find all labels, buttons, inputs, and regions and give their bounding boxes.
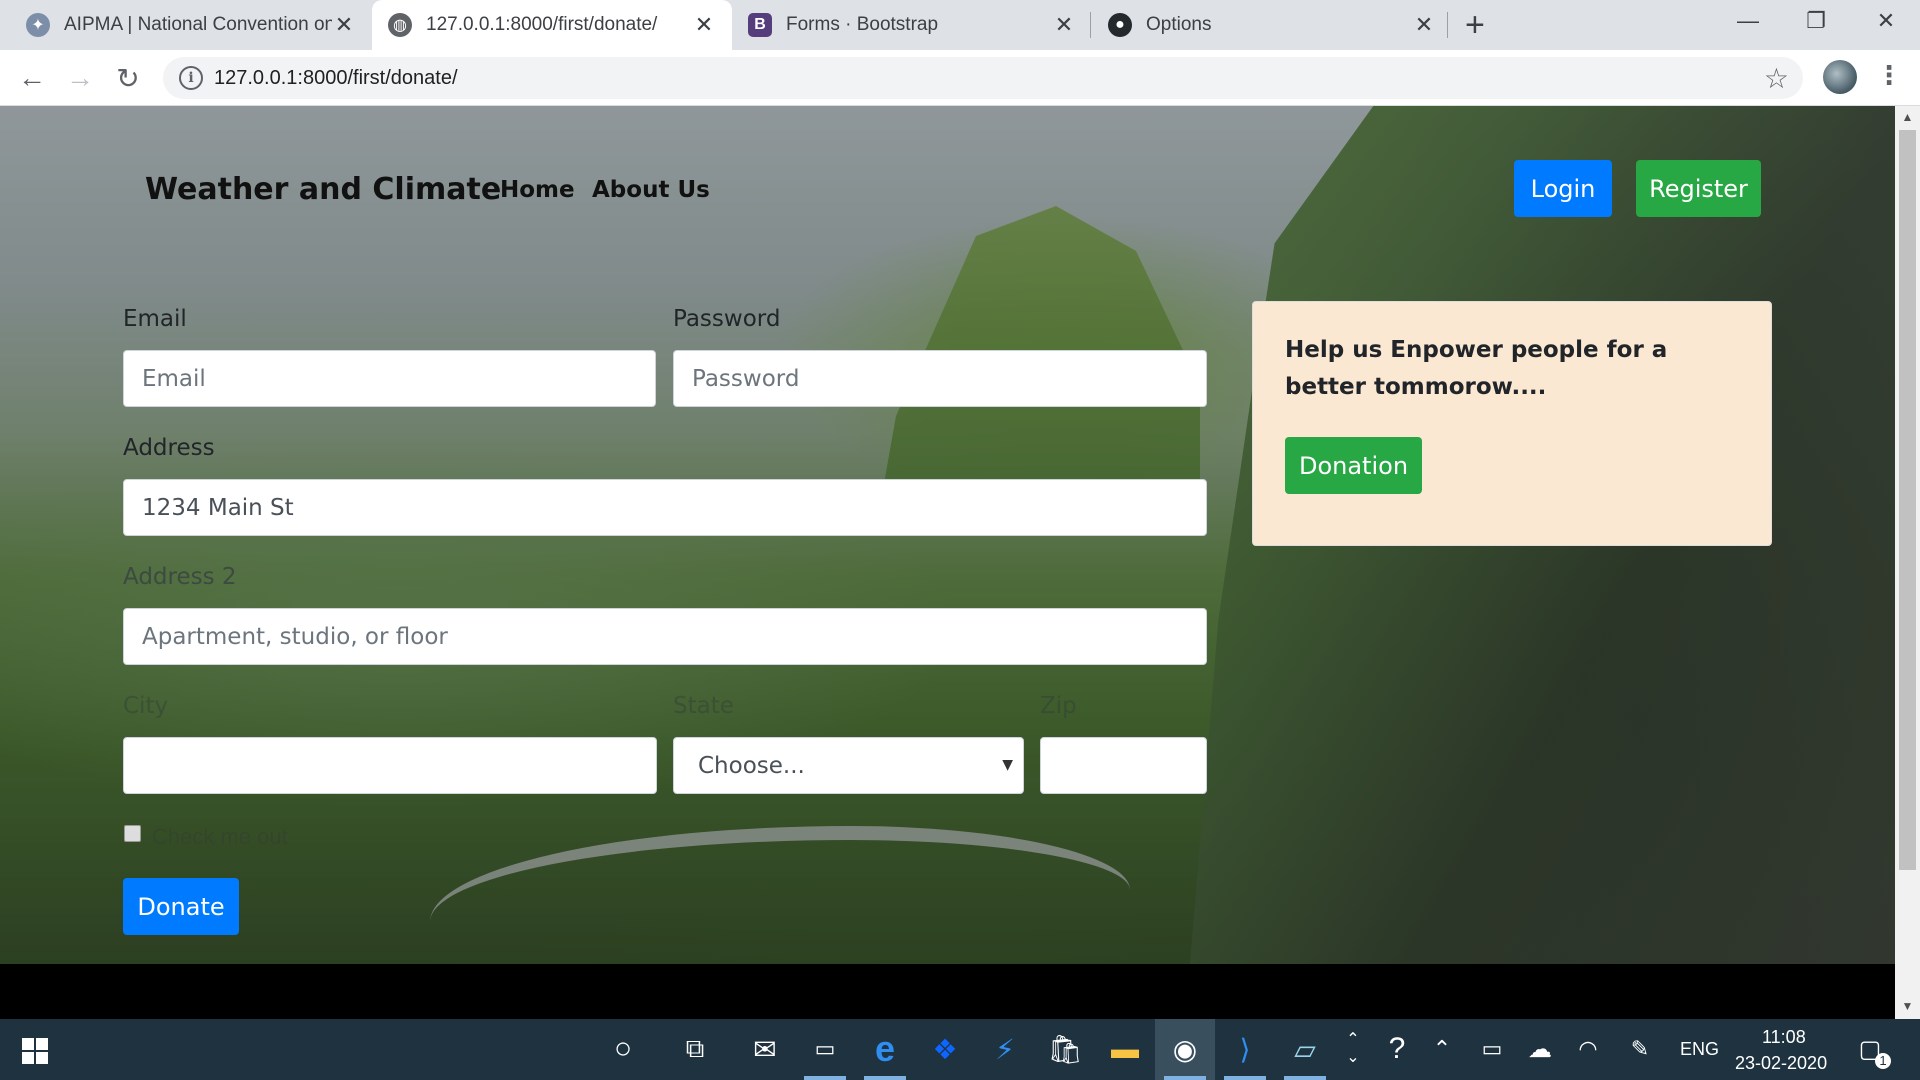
scroll-up-icon[interactable]: ▲ [1895,110,1920,124]
aipma-favicon-icon: ✦ [26,13,50,37]
taskbar-open-indicator [1224,1076,1266,1080]
close-tab-icon[interactable]: ✕ [1052,12,1076,38]
mail-icon[interactable]: ✉ [745,1029,785,1069]
tab-aipma[interactable]: ✦ AIPMA | National Convention on ✕ [10,0,372,50]
card-text: Help us Enpower people for a better tomm… [1285,337,1668,400]
file-explorer-icon[interactable]: ▬ [1105,1029,1145,1069]
restore-icon[interactable]: ❐ [1782,0,1850,42]
bootstrap-favicon-icon: B [748,13,772,37]
address2-label: Address 2 [123,564,237,590]
microsoft-store-icon[interactable]: 🛍 [1045,1029,1085,1069]
menu-dots-icon[interactable]: ⋮ [1876,60,1902,91]
taskbar-open-indicator [804,1076,846,1080]
chrome-icon[interactable]: ◉ [1165,1029,1205,1069]
taskbar-scroll-icon[interactable]: ⌃ ⌄ [1333,1029,1373,1069]
page-viewport: Weather and Climate Home About Us Login … [0,106,1895,964]
address-field[interactable]: 1234 Main St [123,479,1207,536]
state-select[interactable]: Choose... ▼ [673,737,1024,794]
tab-separator [1447,12,1448,38]
scroll-down-icon[interactable]: ▼ [1895,999,1920,1013]
edge-browser-icon[interactable]: e [865,1028,905,1069]
tab-title: AIPMA | National Convention on [64,14,332,35]
back-icon[interactable]: ← [12,58,52,98]
city-field[interactable] [123,737,657,794]
github-favicon-icon: ● [1108,13,1132,37]
state-label: State [673,693,734,719]
battery-icon[interactable]: ▭ [1472,1029,1512,1069]
language-indicator[interactable]: ENG [1680,1039,1719,1060]
clock-date[interactable]: 23-02-2020 [1735,1053,1827,1074]
vscode-icon[interactable]: ⟩ [1225,1029,1265,1069]
checkbox-label: Check me out [152,824,288,849]
reload-icon[interactable]: ↻ [108,58,148,98]
nav-about-us[interactable]: About Us [592,177,710,203]
bookmark-star-icon[interactable]: ☆ [1764,62,1789,95]
cortana-search-icon[interactable]: ○ [603,1029,643,1069]
task-view-icon[interactable]: ⧉ [675,1029,715,1069]
minimize-icon[interactable]: — [1714,0,1782,42]
taskbar-open-indicator [864,1076,906,1080]
terminal-icon[interactable]: ▭ [805,1029,845,1069]
notification-count-badge: 1 [1875,1053,1891,1069]
windows-taskbar: ○ ⧉ ✉ ▭ e ❖ ⚡ 🛍 ▬ ◉ ⟩ ▱ ⌃ ⌄ ? ⌃ ▭ ☁ ◠ ✎ E… [0,1019,1920,1080]
clock-time[interactable]: 11:08 [1762,1027,1806,1048]
address-bar[interactable]: i 127.0.0.1:8000/first/donate/ ☆ [163,57,1803,99]
donation-button[interactable]: Donation [1285,437,1422,494]
address2-field[interactable]: Apartment, studio, or floor [123,608,1207,665]
onedrive-icon[interactable]: ☁ [1520,1029,1560,1069]
tab-title: Forms · Bootstrap [786,14,939,35]
url-text[interactable]: 127.0.0.1:8000/first/donate/ [214,67,458,90]
password-field[interactable]: Password [673,350,1207,407]
page-bottom-strip [0,964,1920,1019]
check-me-out-checkbox[interactable] [124,825,141,842]
dropbox-icon[interactable]: ❖ [925,1029,965,1069]
help-icon[interactable]: ? [1377,1029,1417,1069]
city-label: City [123,693,169,719]
browser-tab-strip: ✦ AIPMA | National Convention on ✕ ◍ 127… [0,0,1920,50]
zip-label: Zip [1040,693,1077,719]
scrollbar-thumb[interactable] [1899,130,1916,870]
tab-title: Options [1146,14,1212,35]
show-hidden-icons-icon[interactable]: ⌃ [1422,1029,1462,1069]
email-label: Email [123,306,187,332]
close-tab-icon[interactable]: ✕ [1412,12,1436,38]
scrollbar[interactable]: ▲ ▼ [1895,106,1920,1019]
donate-button[interactable]: Donate [123,878,239,935]
tab-donate[interactable]: ◍ 127.0.0.1:8000/first/donate/ ✕ [372,0,732,50]
tab-forms-bootstrap[interactable]: B Forms · Bootstrap ✕ [732,0,1092,50]
taskbar-open-indicator [1164,1076,1206,1080]
forward-icon[interactable]: → [60,58,100,98]
tab-title: 127.0.0.1:8000/first/donate/ [426,14,658,35]
donation-card: Help us Enpower people for a better tomm… [1252,301,1772,546]
site-info-icon[interactable]: i [179,66,203,90]
background-road [430,826,1130,964]
globe-icon: ◍ [388,13,412,37]
profile-avatar[interactable] [1823,60,1857,94]
password-label: Password [673,306,781,332]
taskbar-open-indicator [1284,1076,1326,1080]
login-button[interactable]: Login [1514,160,1612,217]
state-selected-value: Choose... [698,752,805,779]
zip-field[interactable] [1040,737,1207,794]
windows-start-icon[interactable] [22,1038,48,1064]
register-button[interactable]: Register [1636,160,1761,217]
window-close-icon[interactable]: ✕ [1852,0,1920,42]
close-tab-icon[interactable]: ✕ [332,12,356,38]
vscode-insiders-icon[interactable]: ⚡ [985,1029,1025,1069]
new-tab-icon[interactable]: + [1465,6,1485,44]
dropdown-caret-icon: ▼ [1002,757,1013,773]
close-tab-icon[interactable]: ✕ [692,12,716,38]
email-field[interactable]: Email [123,350,656,407]
address-label: Address [123,435,215,461]
wifi-icon[interactable]: ◠ [1568,1029,1608,1069]
notepad-icon[interactable]: ▱ [1285,1029,1325,1069]
tab-separator [1090,12,1091,38]
pen-icon[interactable]: ✎ [1620,1029,1660,1069]
site-brand[interactable]: Weather and Climate [145,172,501,207]
tab-options[interactable]: ● Options ✕ [1092,0,1452,50]
browser-toolbar: ← → ↻ i 127.0.0.1:8000/first/donate/ ☆ ⋮ [0,50,1920,106]
nav-home[interactable]: Home [500,177,575,203]
